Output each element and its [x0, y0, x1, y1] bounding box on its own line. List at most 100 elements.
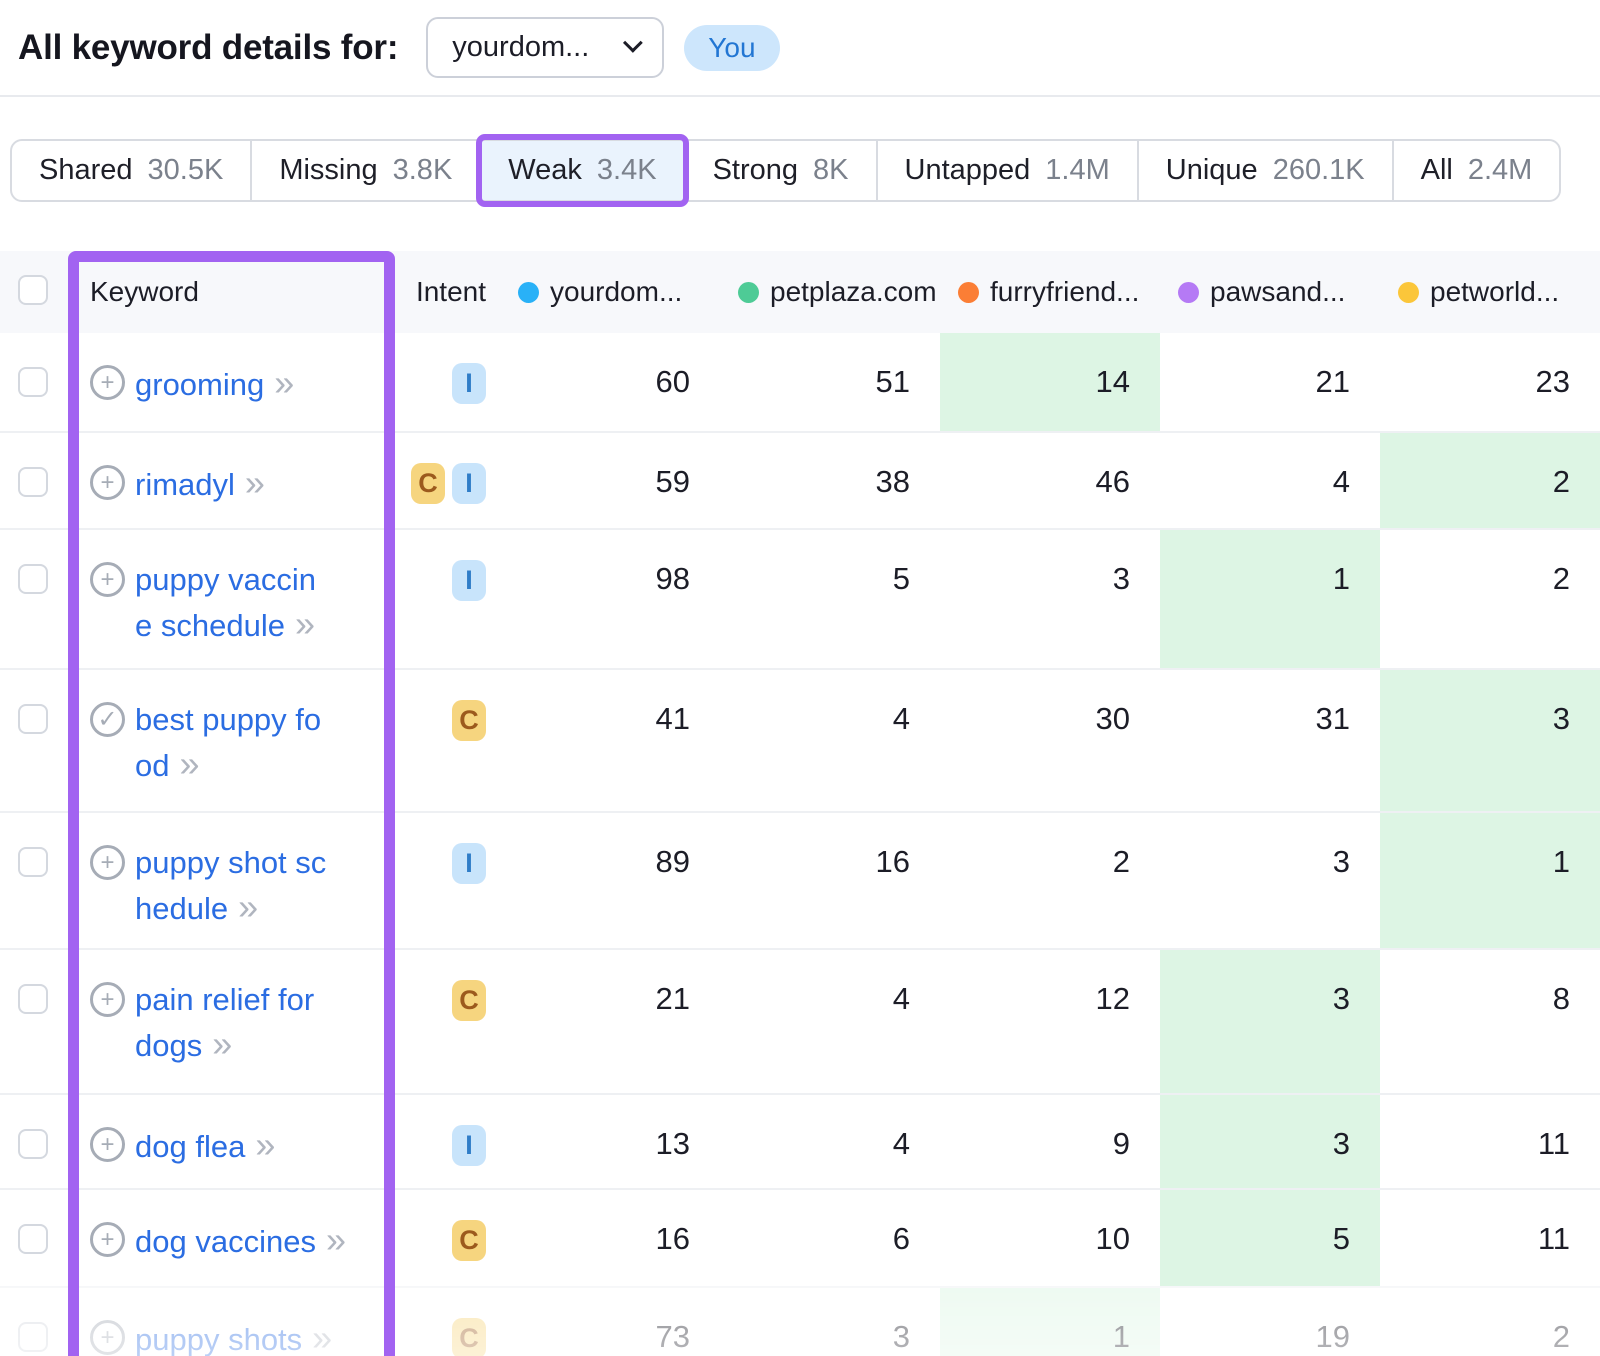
value-cell: 1	[1160, 530, 1380, 668]
value-cell: 8	[1380, 950, 1600, 1093]
column-header-intent[interactable]: Intent	[395, 276, 500, 308]
keyword-link[interactable]: grooming	[135, 367, 264, 402]
row-checkbox[interactable]	[18, 1224, 48, 1254]
column-header-domain-1[interactable]: petplaza.com	[720, 276, 940, 308]
keyword-link[interactable]: dog vaccines	[135, 1224, 316, 1259]
value-cell: 21	[500, 950, 720, 1093]
value-cell: 31	[1160, 670, 1380, 811]
value-cell: 4	[720, 1095, 940, 1188]
keyword-link[interactable]: puppy vaccin e schedule	[135, 562, 316, 643]
row-checkbox[interactable]	[18, 1322, 48, 1352]
value-cell: 73	[500, 1288, 720, 1356]
chevron-down-icon	[623, 32, 643, 52]
double-chevron-icon[interactable]: »	[179, 743, 199, 784]
double-chevron-icon[interactable]: »	[312, 1317, 332, 1356]
keyword-status-icon[interactable]: +	[90, 1222, 125, 1257]
row-checkbox[interactable]	[18, 847, 48, 877]
value-cell: 2	[940, 813, 1160, 948]
tab-shared[interactable]: Shared 30.5K	[12, 141, 250, 200]
table-row: + pain relief for dogs» C 21 4 12 3 8	[0, 948, 1600, 1093]
column-header-keyword[interactable]: Keyword	[68, 276, 395, 308]
intent-badge: I	[452, 560, 486, 601]
value-cell: 2	[1380, 433, 1600, 528]
value-cell: 10	[940, 1190, 1160, 1286]
table-header-row: Keyword Intent yourdom... petplaza.com f…	[0, 251, 1600, 333]
tab-untapped[interactable]: Untapped 1.4M	[876, 141, 1137, 200]
column-header-domain-4[interactable]: petworld...	[1380, 276, 1600, 308]
keyword-status-icon[interactable]: +	[90, 845, 125, 880]
keyword-link[interactable]: best puppy fo od	[135, 702, 321, 783]
value-cell: 41	[500, 670, 720, 811]
table-row: + puppy shots» C 73 3 1 19 2	[0, 1286, 1600, 1356]
value-cell: 5	[1160, 1190, 1380, 1286]
value-cell: 19	[1160, 1288, 1380, 1356]
keyword-status-icon[interactable]: +	[90, 365, 125, 400]
row-checkbox[interactable]	[18, 467, 48, 497]
value-cell: 13	[500, 1095, 720, 1188]
tab-weak[interactable]: Weak 3.4K	[479, 141, 683, 200]
tab-strong[interactable]: Strong 8K	[684, 141, 876, 200]
keyword-link[interactable]: dog flea	[135, 1129, 245, 1164]
intent-badge: C	[411, 463, 445, 504]
keyword-status-icon[interactable]: +	[90, 1127, 125, 1162]
keyword-status-icon[interactable]: +	[90, 465, 125, 500]
row-checkbox[interactable]	[18, 704, 48, 734]
double-chevron-icon[interactable]: »	[212, 1023, 232, 1064]
double-chevron-icon[interactable]: »	[245, 462, 265, 503]
value-cell: 11	[1380, 1095, 1600, 1188]
domain-dropdown[interactable]: yourdom...	[426, 17, 664, 78]
value-cell: 59	[500, 433, 720, 528]
intent-cell: I	[395, 1095, 500, 1188]
column-header-domain-0[interactable]: yourdom...	[500, 276, 720, 308]
keyword-status-icon[interactable]: +	[90, 1320, 125, 1355]
value-cell: 4	[720, 670, 940, 811]
keyword-status-icon[interactable]: ✓	[90, 702, 125, 737]
keyword-link[interactable]: rimadyl	[135, 467, 235, 502]
value-cell: 4	[720, 950, 940, 1093]
table-row: ✓ best puppy fo od» C 41 4 30 31 3	[0, 668, 1600, 811]
row-checkbox[interactable]	[18, 564, 48, 594]
intent-cell: C I	[395, 433, 500, 528]
column-header-domain-3[interactable]: pawsand...	[1160, 276, 1380, 308]
double-chevron-icon[interactable]: »	[295, 603, 315, 644]
intent-cell: I	[395, 333, 500, 431]
column-header-domain-2[interactable]: furryfriend...	[940, 276, 1160, 308]
value-cell: 3	[1160, 813, 1380, 948]
value-cell: 4	[1160, 433, 1380, 528]
domain-dot	[1398, 282, 1419, 303]
keyword-link[interactable]: puppy shot sc hedule	[135, 845, 326, 926]
value-cell: 5	[720, 530, 940, 668]
double-chevron-icon[interactable]: »	[326, 1219, 346, 1260]
table-body: + grooming» I 60 51 14 21 23 + rim	[0, 333, 1600, 1356]
table-row: + grooming» I 60 51 14 21 23	[0, 333, 1600, 431]
value-cell: 60	[500, 333, 720, 431]
keyword-status-icon[interactable]: +	[90, 562, 125, 597]
page-header: All keyword details for: yourdom... You	[0, 0, 1600, 97]
select-all-checkbox[interactable]	[18, 275, 48, 305]
double-chevron-icon[interactable]: »	[274, 362, 294, 403]
value-cell: 12	[940, 950, 1160, 1093]
keyword-status-icon[interactable]: +	[90, 982, 125, 1017]
row-checkbox[interactable]	[18, 1129, 48, 1159]
page-title: All keyword details for:	[18, 28, 398, 68]
intent-badge: I	[452, 363, 486, 404]
tab-all[interactable]: All 2.4M	[1392, 141, 1560, 200]
value-cell: 98	[500, 530, 720, 668]
intent-badge: C	[452, 1318, 486, 1356]
value-cell: 11	[1380, 1190, 1600, 1286]
value-cell: 3	[720, 1288, 940, 1356]
double-chevron-icon[interactable]: »	[255, 1124, 275, 1165]
row-checkbox[interactable]	[18, 984, 48, 1014]
row-checkbox[interactable]	[18, 367, 48, 397]
double-chevron-icon[interactable]: »	[238, 886, 258, 927]
tab-missing[interactable]: Missing 3.8K	[250, 141, 479, 200]
intent-cell: I	[395, 530, 500, 668]
domain-dot	[518, 282, 539, 303]
intent-badge: C	[452, 980, 486, 1021]
tab-unique[interactable]: Unique 260.1K	[1137, 141, 1392, 200]
value-cell: 38	[720, 433, 940, 528]
domain-dot	[958, 282, 979, 303]
value-cell: 1	[1380, 813, 1600, 948]
keyword-link[interactable]: puppy shots	[135, 1322, 302, 1356]
value-cell: 30	[940, 670, 1160, 811]
